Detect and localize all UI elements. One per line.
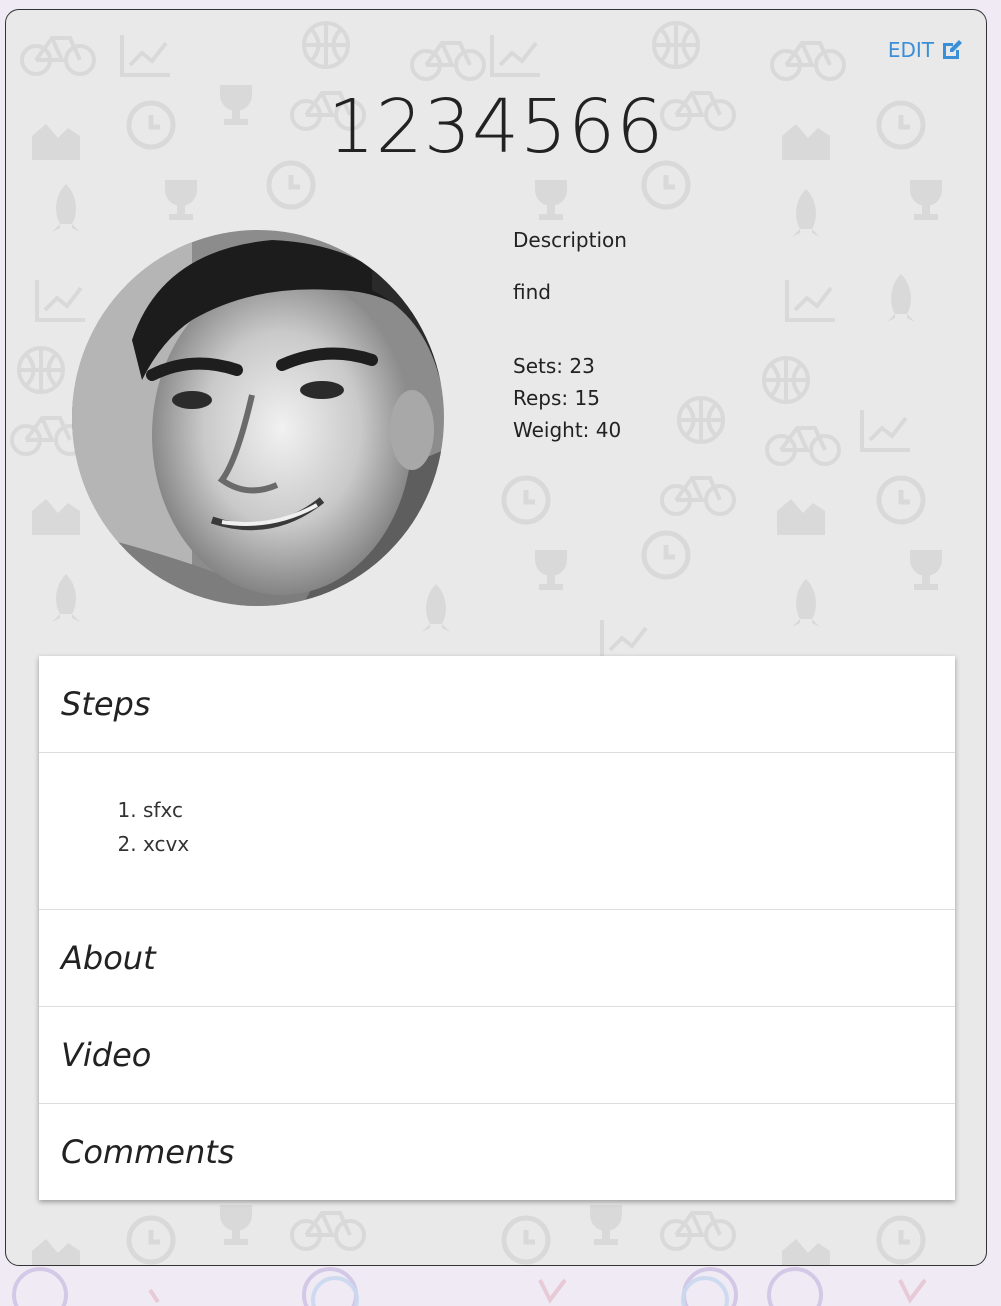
edit-button[interactable]: EDIT (888, 38, 964, 62)
stat-reps: Reps: 15 (513, 386, 600, 410)
stat-weight: Weight: 40 (513, 418, 622, 442)
list-item: sfxc (143, 797, 955, 823)
exercise-title: 1234566 (327, 84, 665, 170)
list-item: xcvx (143, 831, 955, 857)
section-comments: Comments (39, 1104, 955, 1200)
avatar-photo (72, 230, 444, 606)
section-about: About (39, 910, 955, 1007)
section-header-steps[interactable]: Steps (39, 656, 955, 752)
edit-icon (940, 39, 964, 61)
steps-content: sfxc xcvx (39, 752, 955, 909)
section-video: Video (39, 1007, 955, 1104)
description-label: Description (513, 228, 627, 252)
section-header-about[interactable]: About (39, 910, 955, 1006)
exercise-info: Description find Sets: 23 Reps: 15 Weigh… (513, 228, 627, 450)
description-value: find (513, 280, 551, 304)
section-header-comments[interactable]: Comments (39, 1104, 955, 1200)
edit-label: EDIT (887, 38, 934, 62)
section-header-video[interactable]: Video (39, 1007, 955, 1103)
section-steps: Steps sfxc xcvx (39, 656, 955, 910)
stat-sets: Sets: 23 (513, 354, 595, 378)
exercise-card: EDIT 1234566 Description find Sets: 23 R… (5, 9, 987, 1266)
exercise-accordion: Steps sfxc xcvx About Video Comments (39, 656, 955, 1200)
steps-list: sfxc xcvx (119, 797, 955, 857)
